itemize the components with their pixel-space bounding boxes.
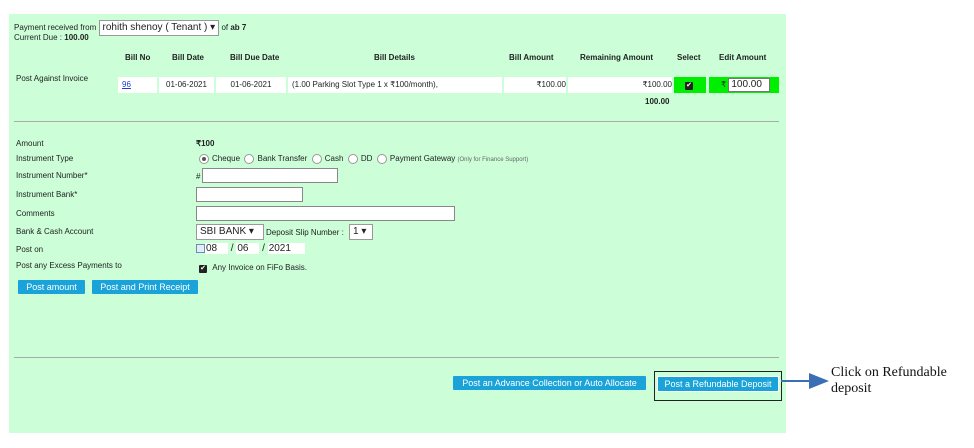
- annotation-text: Click on Refundable deposit: [831, 365, 947, 397]
- post-year-input[interactable]: 2021: [267, 243, 305, 254]
- instrument-type-group: Cheque Bank Transfer Cash DD Payment Gat…: [199, 154, 528, 164]
- col-remaining-amount: Remaining Amount: [580, 53, 654, 62]
- col-bill-amount: Bill Amount: [509, 53, 554, 62]
- calendar-icon[interactable]: [196, 243, 205, 253]
- radio-bank-transfer[interactable]: [244, 154, 255, 164]
- refundable-deposit-button[interactable]: Post a Refundable Deposit: [657, 376, 779, 392]
- amount-value: ₹100: [196, 139, 215, 148]
- of-label: of: [221, 23, 229, 32]
- payment-panel: Payment received from rohith shenoy ( Te…: [9, 14, 786, 433]
- comments-input[interactable]: [196, 206, 455, 221]
- bill-due-date-cell: 01-06-2021: [216, 77, 286, 93]
- divider-bottom: [14, 357, 779, 358]
- divider-top: [14, 121, 779, 122]
- post-on-date: 08 / 06 / 2021: [196, 243, 305, 254]
- radio-payment-gateway[interactable]: [376, 154, 387, 164]
- radio-cheque[interactable]: [199, 154, 209, 164]
- excess-option-label: Any Invoice on FiFo Basis.: [212, 263, 307, 272]
- row-label: Post Against Invoice: [16, 74, 89, 83]
- tenant-select[interactable]: rohith shenoy ( Tenant ) ▾: [98, 20, 220, 36]
- bill-date-cell: 01-06-2021: [159, 77, 214, 93]
- excess-payments-label: Post any Excess Payments to: [16, 261, 122, 270]
- post-on-label: Post on: [16, 245, 44, 254]
- instrument-bank-input[interactable]: [196, 187, 303, 202]
- deposit-slip-select[interactable]: 1 ▾: [349, 224, 373, 240]
- radio-dd-label: DD: [360, 154, 373, 164]
- bill-details-cell: (1.00 Parking Slot Type 1 x ₹100/month),: [288, 77, 502, 93]
- bill-no-link[interactable]: 96: [122, 80, 131, 89]
- col-bill-date: Bill Date: [172, 53, 205, 62]
- radio-cash-label: Cash: [324, 154, 344, 164]
- radio-cheque-label: Cheque: [212, 154, 241, 164]
- annotation-line-1: Click on Refundable: [831, 365, 947, 380]
- received-from-label: Payment received from: [14, 23, 97, 32]
- select-cell: ✔: [674, 77, 706, 93]
- instrument-bank-label: Instrument Bank*: [16, 190, 78, 199]
- row-total: 100.00: [645, 97, 670, 106]
- post-day-input[interactable]: 08: [205, 243, 228, 254]
- post-print-receipt-button[interactable]: Post and Print Receipt: [92, 280, 198, 294]
- instrument-number-input[interactable]: [202, 168, 338, 183]
- post-amount-button[interactable]: Post amount: [18, 280, 85, 294]
- col-bill-due-date: Bill Due Date: [230, 53, 280, 62]
- bank-account-label: Bank & Cash Account: [16, 227, 94, 236]
- edit-amount-input[interactable]: 100.00: [728, 77, 771, 92]
- table-row: 96: [118, 77, 157, 93]
- radio-payment-gateway-label: Payment Gateway: [389, 154, 456, 164]
- instrument-type-label: Instrument Type: [16, 154, 74, 163]
- advance-collection-button[interactable]: Post an Advance Collection or Auto Alloc…: [453, 376, 646, 390]
- deposit-slip-label: Deposit Slip Number :: [266, 228, 344, 237]
- bank-account-select[interactable]: SBI BANK ▾: [196, 224, 264, 240]
- post-month-input[interactable]: 06: [236, 243, 260, 254]
- current-due-value: 100.00: [64, 33, 89, 42]
- annotation-arrow-icon: [781, 373, 829, 389]
- col-bill-no: Bill No: [125, 53, 151, 62]
- payment-gateway-note: (Only for Finance Support): [457, 157, 529, 164]
- radio-bank-transfer-label: Bank Transfer: [257, 154, 308, 164]
- unit-name: ab 7: [230, 23, 247, 32]
- instrument-number-label: Instrument Number*: [16, 171, 88, 180]
- annotation-line-2: deposit: [831, 381, 872, 396]
- col-select: Select: [677, 53, 701, 62]
- excess-checkbox[interactable]: ✔: [199, 265, 207, 273]
- col-bill-details: Bill Details: [374, 53, 415, 62]
- radio-dd[interactable]: [347, 154, 358, 164]
- bill-amount-cell: ₹100.00: [504, 77, 566, 93]
- instrument-number-prefix: #: [196, 172, 201, 181]
- select-checkbox[interactable]: ✔: [685, 82, 693, 90]
- radio-cash[interactable]: [311, 154, 322, 164]
- date-sep: /: [262, 243, 265, 254]
- amount-label: Amount: [16, 139, 44, 148]
- edit-currency: ₹: [721, 80, 727, 89]
- date-sep: /: [230, 243, 234, 254]
- current-due: Current Due : 100.00: [14, 33, 89, 42]
- edit-amount-cell: ₹ 100.00: [709, 77, 779, 93]
- remaining-amount-cell: ₹100.00: [568, 77, 672, 93]
- comments-label: Comments: [16, 209, 55, 218]
- current-due-label: Current Due :: [14, 33, 63, 42]
- excess-option: ✔ Any Invoice on FiFo Basis.: [199, 263, 307, 273]
- col-edit-amount: Edit Amount: [719, 53, 767, 62]
